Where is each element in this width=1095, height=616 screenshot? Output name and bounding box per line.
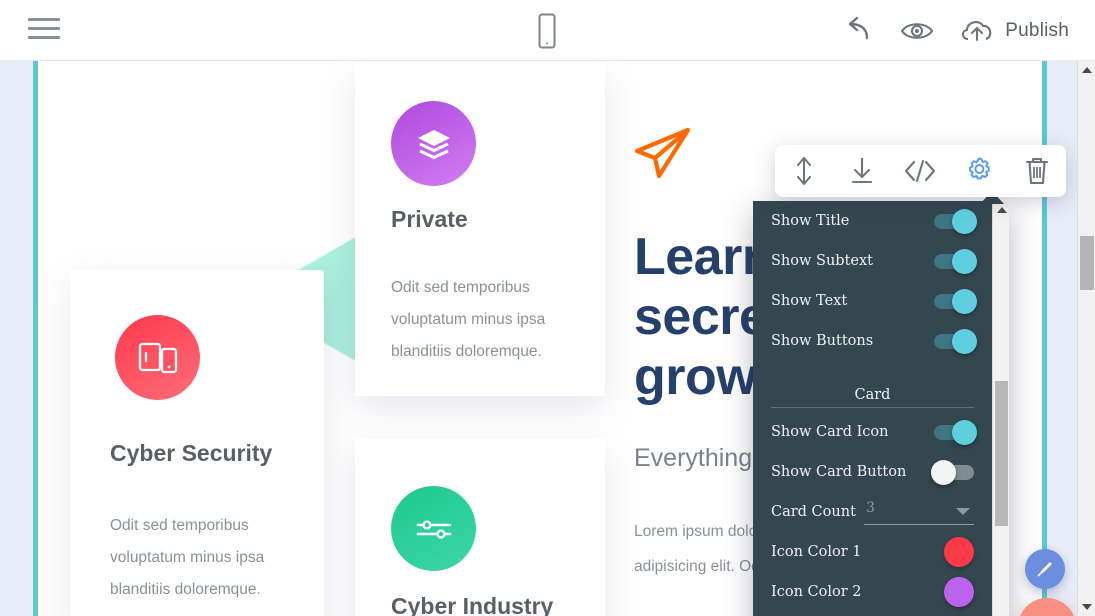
setting-row-icon-color-1[interactable]: Icon Color 1 [771, 532, 974, 572]
cloud-upload-icon [959, 17, 995, 45]
toggle-show-text[interactable] [934, 288, 977, 314]
browser-scroll-up-icon[interactable] [1078, 61, 1095, 79]
setting-row-show-title[interactable]: Show Title [771, 201, 977, 241]
setting-row-card-count[interactable]: Card Count 3 [771, 492, 974, 532]
feature-card-cyber-security[interactable]: Cyber Security Odit sed temporibus volup… [70, 270, 324, 616]
hamburger-menu-icon[interactable] [28, 18, 60, 44]
brush-icon-button[interactable] [1025, 549, 1065, 589]
undo-arrow-icon[interactable] [841, 16, 875, 46]
chevron-down-icon [956, 508, 970, 515]
hamburger-bar [28, 36, 60, 39]
setting-row-show-card-button[interactable]: Show Card Button [771, 452, 974, 492]
setting-row-icon-color-2[interactable]: Icon Color 2 [771, 572, 974, 612]
publish-label: Publish [1005, 19, 1069, 41]
setting-label: Show Buttons [771, 333, 874, 349]
devices-icon [106, 306, 209, 409]
card-title: Cyber Security [110, 440, 273, 466]
settings-panel-scrollbar[interactable] [992, 201, 1009, 616]
setting-row-show-card-icon[interactable]: Show Card Icon [771, 412, 977, 452]
settings-rows: Show Title Show Subtext Show Text Show B… [753, 201, 992, 616]
paper-plane-icon [634, 127, 692, 181]
settings-scrollbar-thumb[interactable] [995, 381, 1008, 526]
setting-label: Show Title [771, 213, 850, 229]
toggle-show-subtext[interactable] [934, 248, 977, 274]
setting-label: Show Subtext [771, 253, 873, 269]
toggle-show-buttons[interactable] [934, 328, 977, 354]
topbar-actions: Publish [841, 0, 1069, 61]
toggle-knob [952, 328, 977, 354]
section-divider [771, 407, 974, 408]
card-count-value: 3 [866, 500, 875, 516]
feature-card-private[interactable]: Private Odit sed temporibus voluptatum m… [355, 63, 605, 396]
setting-row-show-buttons[interactable]: Show Buttons [771, 321, 977, 361]
toggle-knob [931, 459, 956, 485]
card-title: Private [391, 206, 468, 232]
feature-card-cyber-industry[interactable]: Cyber Industry [355, 438, 605, 616]
setting-label: Show Text [771, 293, 848, 309]
browser-scrollbar-thumb[interactable] [1080, 236, 1094, 290]
hamburger-bar [28, 18, 60, 21]
editor-canvas: Cyber Security Odit sed temporibus volup… [0, 61, 1077, 616]
eye-preview-icon[interactable] [899, 18, 935, 44]
browser-scroll-down-icon[interactable] [1078, 598, 1095, 616]
layers-icon [382, 92, 485, 195]
gear-icon[interactable] [957, 151, 1001, 191]
toggle-knob [952, 288, 977, 314]
section-header-card: Card [771, 361, 974, 407]
move-vertical-icon[interactable] [782, 151, 826, 191]
setting-label: Show Card Button [771, 464, 907, 480]
toggle-show-card-icon[interactable] [934, 419, 977, 445]
publish-button[interactable]: Publish [959, 17, 1069, 45]
card-count-select[interactable]: 3 [864, 499, 974, 525]
top-app-bar: Publish [0, 0, 1095, 61]
toggle-knob [952, 419, 977, 445]
element-toolbar [775, 145, 1066, 197]
download-icon[interactable] [840, 151, 884, 191]
card-text: Odit sed temporibus voluptatum minus ips… [391, 279, 546, 360]
browser-scrollbar[interactable] [1077, 61, 1095, 616]
toggle-show-title[interactable] [934, 208, 977, 234]
setting-row-show-text[interactable]: Show Text [771, 281, 977, 321]
mobile-device-icon[interactable] [534, 12, 560, 50]
sliders-icon [382, 477, 485, 580]
toggle-knob [952, 208, 977, 234]
color-swatch-1[interactable] [944, 537, 974, 567]
toggle-show-card-button[interactable] [931, 459, 974, 485]
setting-label: Icon Color 1 [771, 544, 862, 560]
card-text: Odit sed temporibus voluptatum minus ips… [110, 517, 265, 598]
card-title: Cyber Industry [391, 593, 554, 616]
toggle-knob [952, 248, 977, 274]
setting-row-icon-color-3[interactable]: Icon Color 3 [771, 612, 974, 616]
canvas-gutter-left [0, 61, 34, 616]
code-icon[interactable] [898, 151, 942, 191]
setting-row-show-subtext[interactable]: Show Subtext [771, 241, 977, 281]
setting-label: Icon Color 2 [771, 584, 862, 600]
settings-panel: Show Title Show Subtext Show Text Show B… [753, 201, 1009, 616]
section-header-label: Card [854, 387, 891, 403]
plus-icon: + [1037, 610, 1057, 616]
color-swatch-2[interactable] [944, 577, 974, 607]
trash-icon[interactable] [1015, 151, 1059, 191]
setting-label: Card Count [771, 504, 856, 520]
setting-label: Show Card Icon [771, 424, 889, 440]
hamburger-bar [28, 27, 60, 30]
guide-line-left [33, 61, 38, 616]
